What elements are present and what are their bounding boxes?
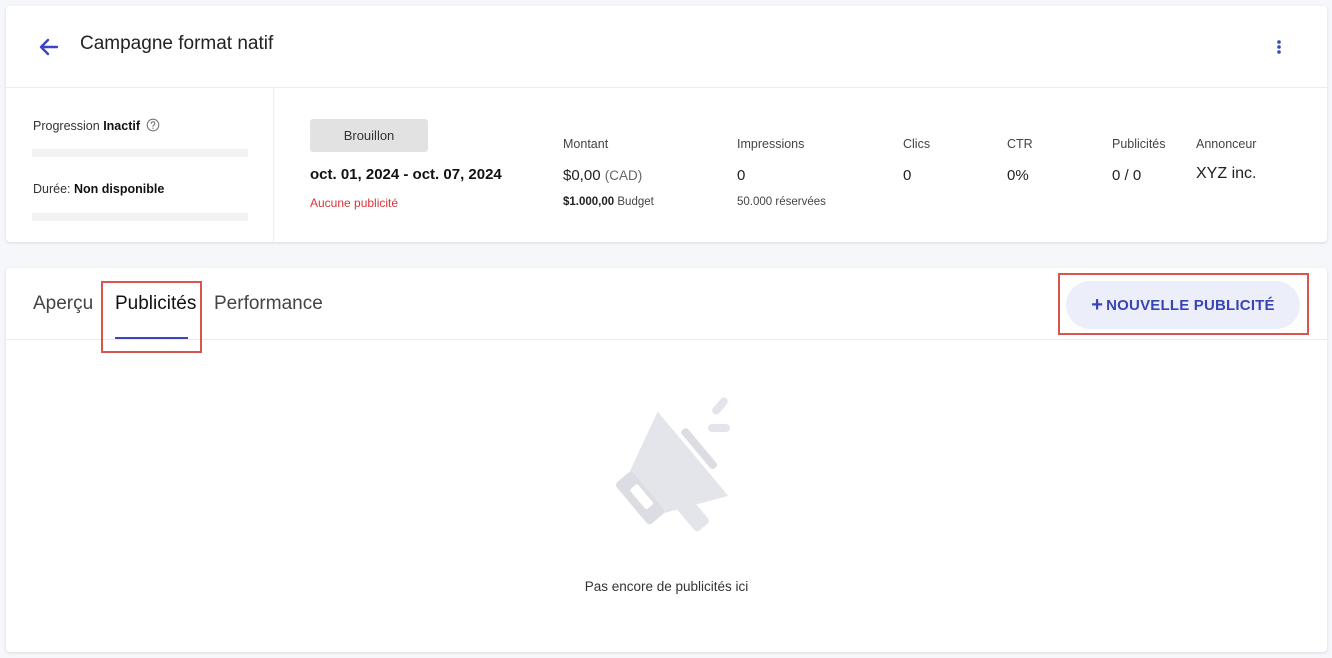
advertiser-label: Annonceur xyxy=(1196,137,1257,151)
no-ads-warning: Aucune publicité xyxy=(310,196,399,210)
budget-label: Budget xyxy=(617,196,654,208)
back-button[interactable] xyxy=(34,32,64,62)
amount-value: $0,00 (CAD) xyxy=(563,167,643,184)
help-icon[interactable] xyxy=(146,118,160,132)
budget-value: $1.000,00 xyxy=(563,196,615,208)
campaign-header: Campagne format natif xyxy=(6,6,1327,88)
campaign-summary-card: Campagne format natif Progression Inacti… xyxy=(6,6,1327,242)
amount-currency: (CAD) xyxy=(604,168,643,183)
status-badge: Brouillon xyxy=(310,119,428,152)
progress-label: Progression Inactif xyxy=(33,118,160,133)
ads-count-value: 0 / 0 xyxy=(1112,167,1142,184)
duration-value: Non disponible xyxy=(74,182,165,196)
advertiser-value: XYZ inc. xyxy=(1196,165,1257,182)
arrow-left-icon xyxy=(39,38,59,56)
duration-label: Durée: Non disponible xyxy=(33,182,165,196)
campaign-meta-panel: Progression Inactif Durée: Non disponibl… xyxy=(6,88,274,242)
clicks-label: Clics xyxy=(903,137,931,151)
tab-highlight-box xyxy=(101,281,202,353)
empty-state-text: Pas encore de publicités ici xyxy=(584,579,749,594)
ads-count-label: Publicités xyxy=(1112,137,1166,151)
amount-label: Montant xyxy=(563,137,609,151)
tab-apercu[interactable]: Aperçu xyxy=(33,293,93,315)
impressions-value: 0 xyxy=(737,167,746,184)
impressions-label: Impressions xyxy=(737,137,805,151)
budget: $1.000,00 Budget xyxy=(563,196,654,208)
megaphone-icon xyxy=(615,397,730,532)
active-tab-indicator xyxy=(115,337,188,339)
ads-section-card: Aperçu Publicités Performance + NOUVELLE… xyxy=(6,268,1327,652)
duration-bar xyxy=(32,213,248,221)
progress-value: Inactif xyxy=(103,119,140,133)
new-ad-label: NOUVELLE PUBLICITÉ xyxy=(1106,296,1275,314)
new-ad-button[interactable]: + NOUVELLE PUBLICITÉ xyxy=(1066,281,1300,329)
date-range: oct. 01, 2024 - oct. 07, 2024 xyxy=(310,166,502,183)
page-title: Campagne format natif xyxy=(80,33,274,54)
plus-icon: + xyxy=(1091,293,1104,316)
more-vertical-icon xyxy=(1277,40,1281,54)
more-options-button[interactable] xyxy=(1269,36,1289,58)
clicks-value: 0 xyxy=(903,167,912,184)
ctr-value: 0% xyxy=(1007,167,1029,184)
tab-bar: Aperçu Publicités Performance + NOUVELLE… xyxy=(6,268,1327,353)
impressions-reserved: 50.000 réservées xyxy=(737,196,826,208)
tab-performance[interactable]: Performance xyxy=(214,293,323,315)
ctr-label: CTR xyxy=(1007,137,1033,151)
tab-publicites[interactable]: Publicités xyxy=(115,293,196,315)
progress-bar xyxy=(32,149,248,157)
